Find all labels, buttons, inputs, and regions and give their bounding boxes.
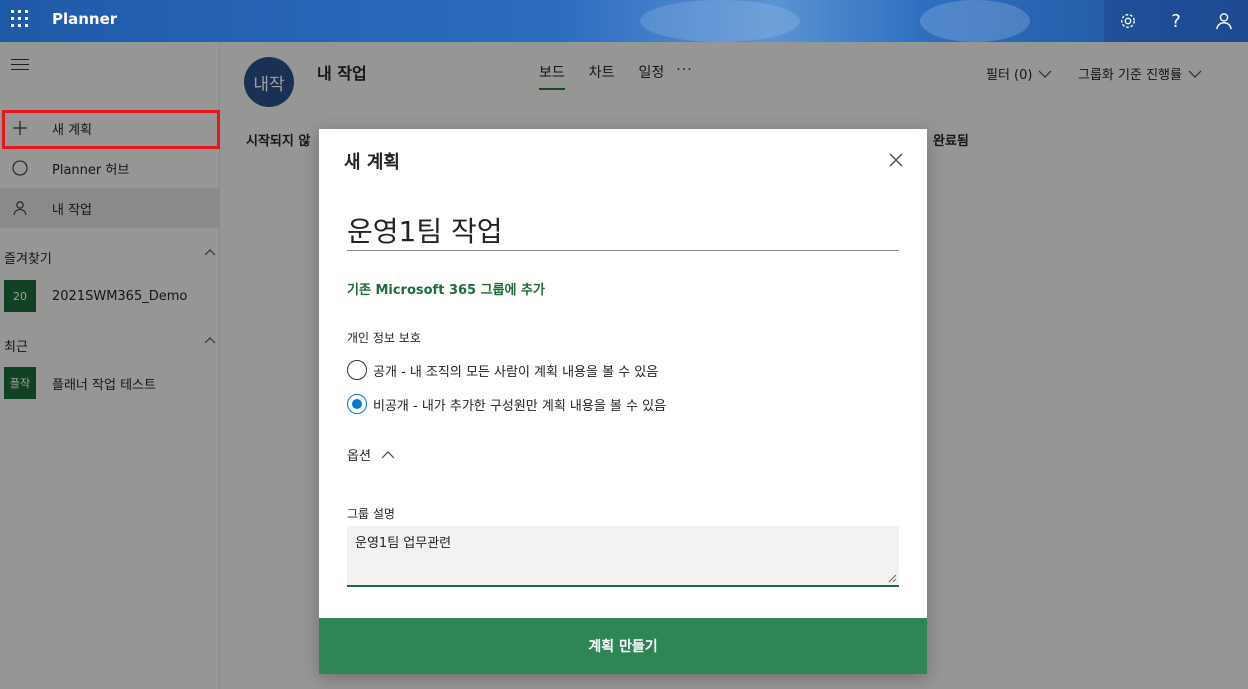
banner-decoration (640, 0, 800, 42)
app-title[interactable]: Planner (52, 10, 117, 28)
top-actions: ? (1104, 0, 1248, 42)
group-description-textarea[interactable]: 운영1팀 업무관련 (347, 526, 899, 587)
settings-icon[interactable] (1104, 0, 1152, 42)
create-plan-button[interactable]: 계획 만들기 (319, 618, 927, 674)
add-to-existing-group-link[interactable]: 기존 Microsoft 365 그룹에 추가 (347, 279, 545, 298)
close-icon[interactable] (887, 151, 905, 169)
options-label: 옵션 (347, 449, 371, 464)
help-icon[interactable]: ? (1152, 0, 1200, 42)
privacy-option-label: 공개 - 내 조직의 모든 사람이 계획 내용을 볼 수 있음 (373, 364, 659, 380)
dialog-title: 새 계획 (344, 152, 400, 173)
account-icon[interactable] (1200, 0, 1248, 42)
app-launcher-icon[interactable] (11, 10, 29, 28)
banner-decoration (920, 0, 1030, 42)
plan-name-input[interactable] (347, 209, 899, 251)
privacy-option-private[interactable]: 비공개 - 내가 추가한 구성원만 계획 내용을 볼 수 있음 (347, 394, 666, 414)
radio-public[interactable] (347, 360, 367, 380)
radio-private[interactable] (347, 394, 367, 414)
top-bar: Planner ? (0, 0, 1248, 42)
new-plan-dialog: 새 계획 기존 Microsoft 365 그룹에 추가 개인 정보 보호 공개… (319, 129, 927, 674)
privacy-label: 개인 정보 보호 (347, 331, 421, 345)
privacy-option-label: 비공개 - 내가 추가한 구성원만 계획 내용을 볼 수 있음 (373, 398, 667, 414)
group-description-label: 그룹 설명 (347, 507, 395, 521)
options-toggle[interactable]: 옵션 (347, 445, 395, 464)
resize-grip-icon[interactable] (887, 573, 897, 583)
chevron-up-icon (381, 450, 395, 458)
privacy-option-public[interactable]: 공개 - 내 조직의 모든 사람이 계획 내용을 볼 수 있음 (347, 360, 658, 380)
